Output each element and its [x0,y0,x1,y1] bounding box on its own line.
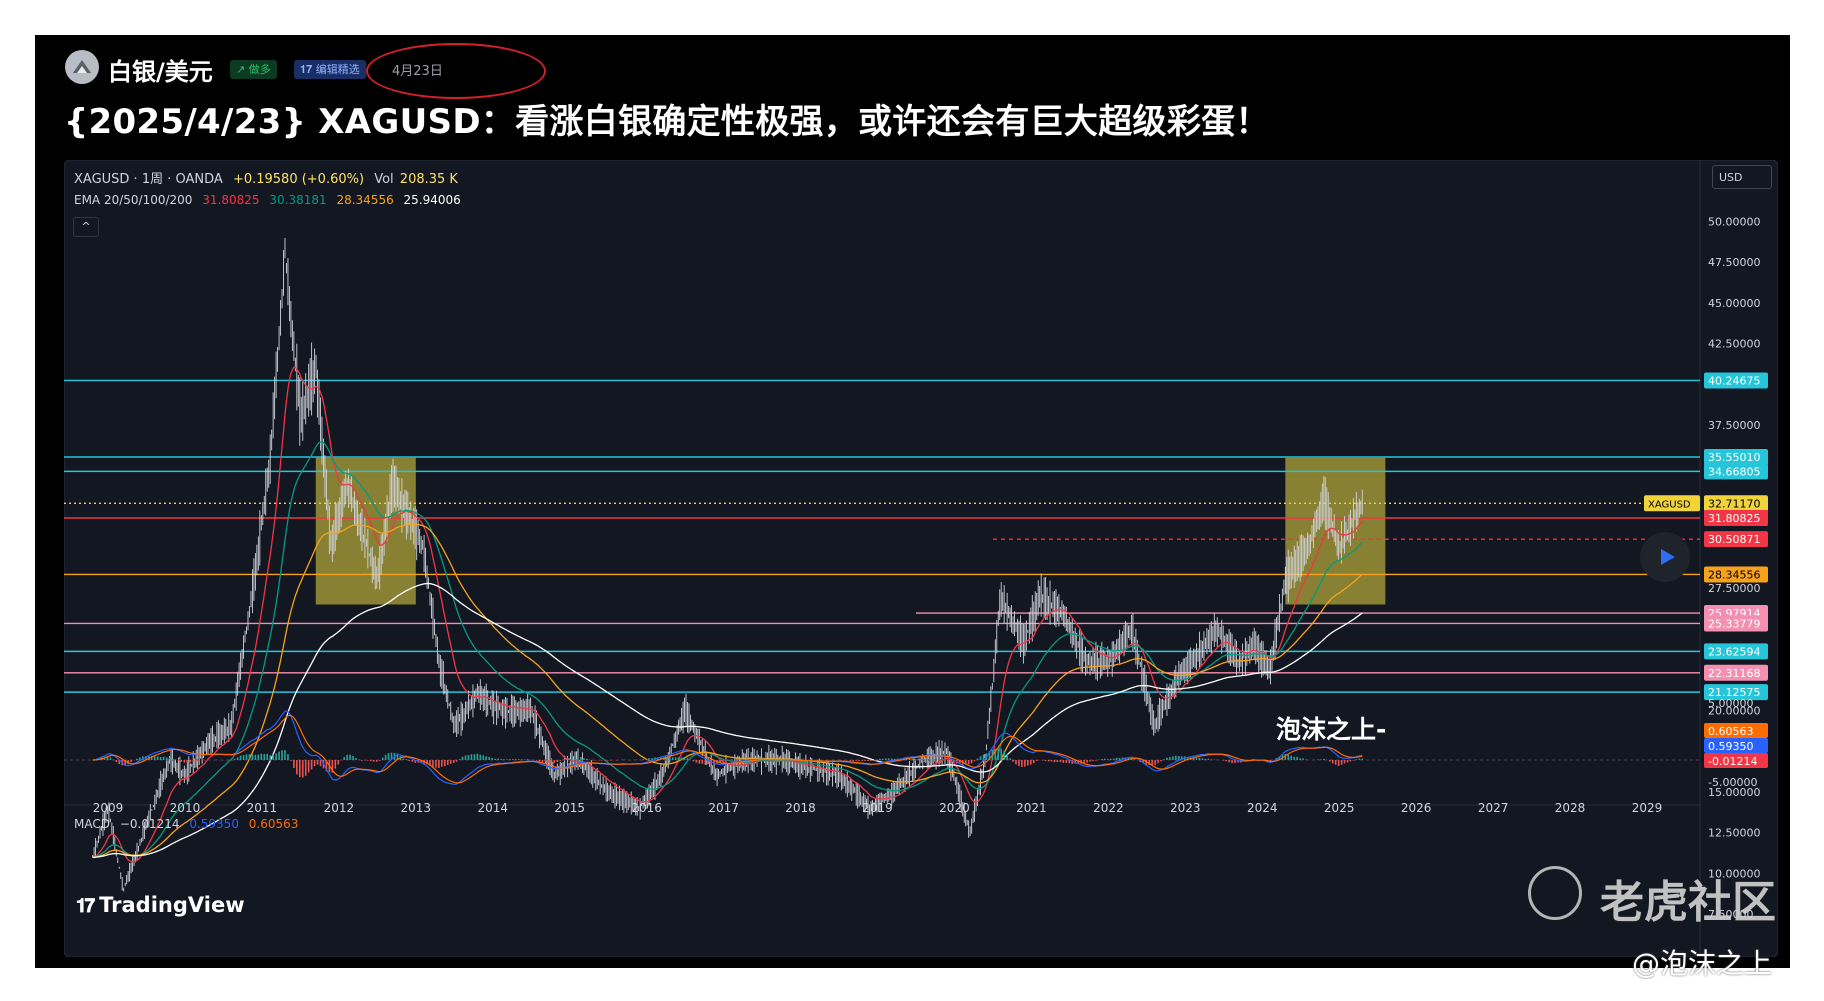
x-tick-2015: 2015 [554,801,585,815]
vol-value: 208.35 K [399,172,458,187]
x-tick-2017: 2017 [708,801,739,815]
ema50-value: 30.38181 [269,193,327,207]
tiger-community-watermark: 老虎社区 [1600,877,1776,928]
symbol-line: XAGUSD · 1周 · OANDA [74,172,223,187]
y-tick-9: 12.50000 [1708,827,1761,840]
macd-legend: MACD −0.01214 0.59350 0.60563 [74,817,304,831]
y-tick-0: 50.00000 [1708,215,1761,228]
macd-price-label-0: 0.60563 [1708,725,1754,738]
long-badge: ↗ 做多 [230,60,277,79]
price-label-3: 32.71170 [1708,497,1761,510]
x-tick-2027: 2027 [1478,801,1509,815]
tradingview-mark-icon: 𝟏𝟕 [76,895,95,917]
macd-price-label-1: 0.59350 [1708,740,1754,753]
y-tick-1: 47.50000 [1708,256,1761,269]
chart-legend-symbol: XAGUSD · 1周 · OANDA +0.19580 (+0.60%) Vo… [74,168,464,187]
editors-pick-badge: 𝟏𝟕 编辑精选 [294,60,366,79]
ema-label: EMA 20/50/100/200 [74,193,193,207]
x-tick-2023: 2023 [1170,801,1201,815]
symbol-tag: XAGUSD [1648,499,1691,510]
ema200-value: 25.94006 [403,193,461,207]
silver-coin-icon [65,50,99,84]
currency-selector[interactable]: USD [1712,165,1772,189]
price-label-5: 30.50871 [1708,533,1761,546]
price-chart[interactable]: 50.00000 47.50000 45.00000 42.50000 37.50000… [64,160,1778,957]
price-label-10: 22.31168 [1708,667,1761,680]
chart-legend-ema: EMA 20/50/100/200 31.80825 30.38181 28.3… [74,193,467,207]
x-tick-2025: 2025 [1324,801,1355,815]
x-tick-2010: 2010 [170,801,201,815]
price-label-4: 31.80825 [1708,512,1761,525]
author-overlay-text: 泡沫之上- [1276,715,1387,744]
collapse-legend-button[interactable]: ^ [73,217,99,237]
tradingview-logo: 𝟏𝟕 TradingView [76,893,245,917]
x-tick-2016: 2016 [631,801,662,815]
macd-value: −0.01214 [119,817,180,831]
tradingview-wordmark: TradingView [99,893,245,917]
x-tick-2029: 2029 [1632,801,1663,815]
x-tick-2014: 2014 [477,801,508,815]
price-label-0: 40.24675 [1708,374,1761,387]
price-label-9: 23.62594 [1708,645,1761,658]
macd-label: MACD [74,817,110,831]
x-tick-2028: 2028 [1555,801,1586,815]
y-tick-4: 37.50000 [1708,419,1761,432]
chart-svg[interactable]: 50.00000 47.50000 45.00000 42.50000 37.50000… [64,160,1778,957]
macd-price-label-2: -0.01214 [1708,755,1757,768]
red-highlight-ellipse [366,43,546,99]
x-tick-2009: 2009 [93,801,124,815]
macd-hist-value: 0.60563 [248,817,299,831]
price-label-6: 28.34556 [1708,568,1761,581]
price-label-1: 35.55010 [1708,451,1761,464]
price-label-2: 34.66805 [1708,465,1761,478]
x-tick-2011: 2011 [247,801,278,815]
vol-label: Vol [374,172,394,187]
ema20-value: 31.80825 [202,193,260,207]
x-tick-2026: 2026 [1401,801,1432,815]
macd-y-tick-1: -5.00000 [1708,776,1757,789]
y-tick-5: 27.50000 [1708,582,1761,595]
play-icon[interactable] [1640,532,1690,582]
macd-y-tick-0: 5.00000 [1708,697,1754,710]
post-title: {2025/4/23} XAGUSD：看涨白银确定性极强，或许还会有巨大超级彩蛋… [64,102,1270,142]
symbol-name[interactable]: 白银/美元 [108,52,213,87]
x-tick-2018: 2018 [785,801,816,815]
price-label-8: 25.33779 [1708,617,1761,630]
x-tick-2022: 2022 [1093,801,1124,815]
x-tick-2021: 2021 [1016,801,1047,815]
ema100-value: 28.34556 [336,193,394,207]
y-tick-3: 42.50000 [1708,338,1761,351]
author-watermark: @泡沫之上 [1632,947,1773,980]
x-tick-2019: 2019 [862,801,893,815]
x-tick-2012: 2012 [324,801,355,815]
macd-signal-value: 0.59350 [189,817,239,831]
x-tick-2024: 2024 [1247,801,1278,815]
y-tick-2: 45.00000 [1708,297,1761,310]
x-tick-2020: 2020 [939,801,970,815]
tiger-watermark-icon [1528,866,1582,920]
x-tick-2013: 2013 [401,801,432,815]
change-value: +0.19580 (+0.60%) [232,172,365,187]
